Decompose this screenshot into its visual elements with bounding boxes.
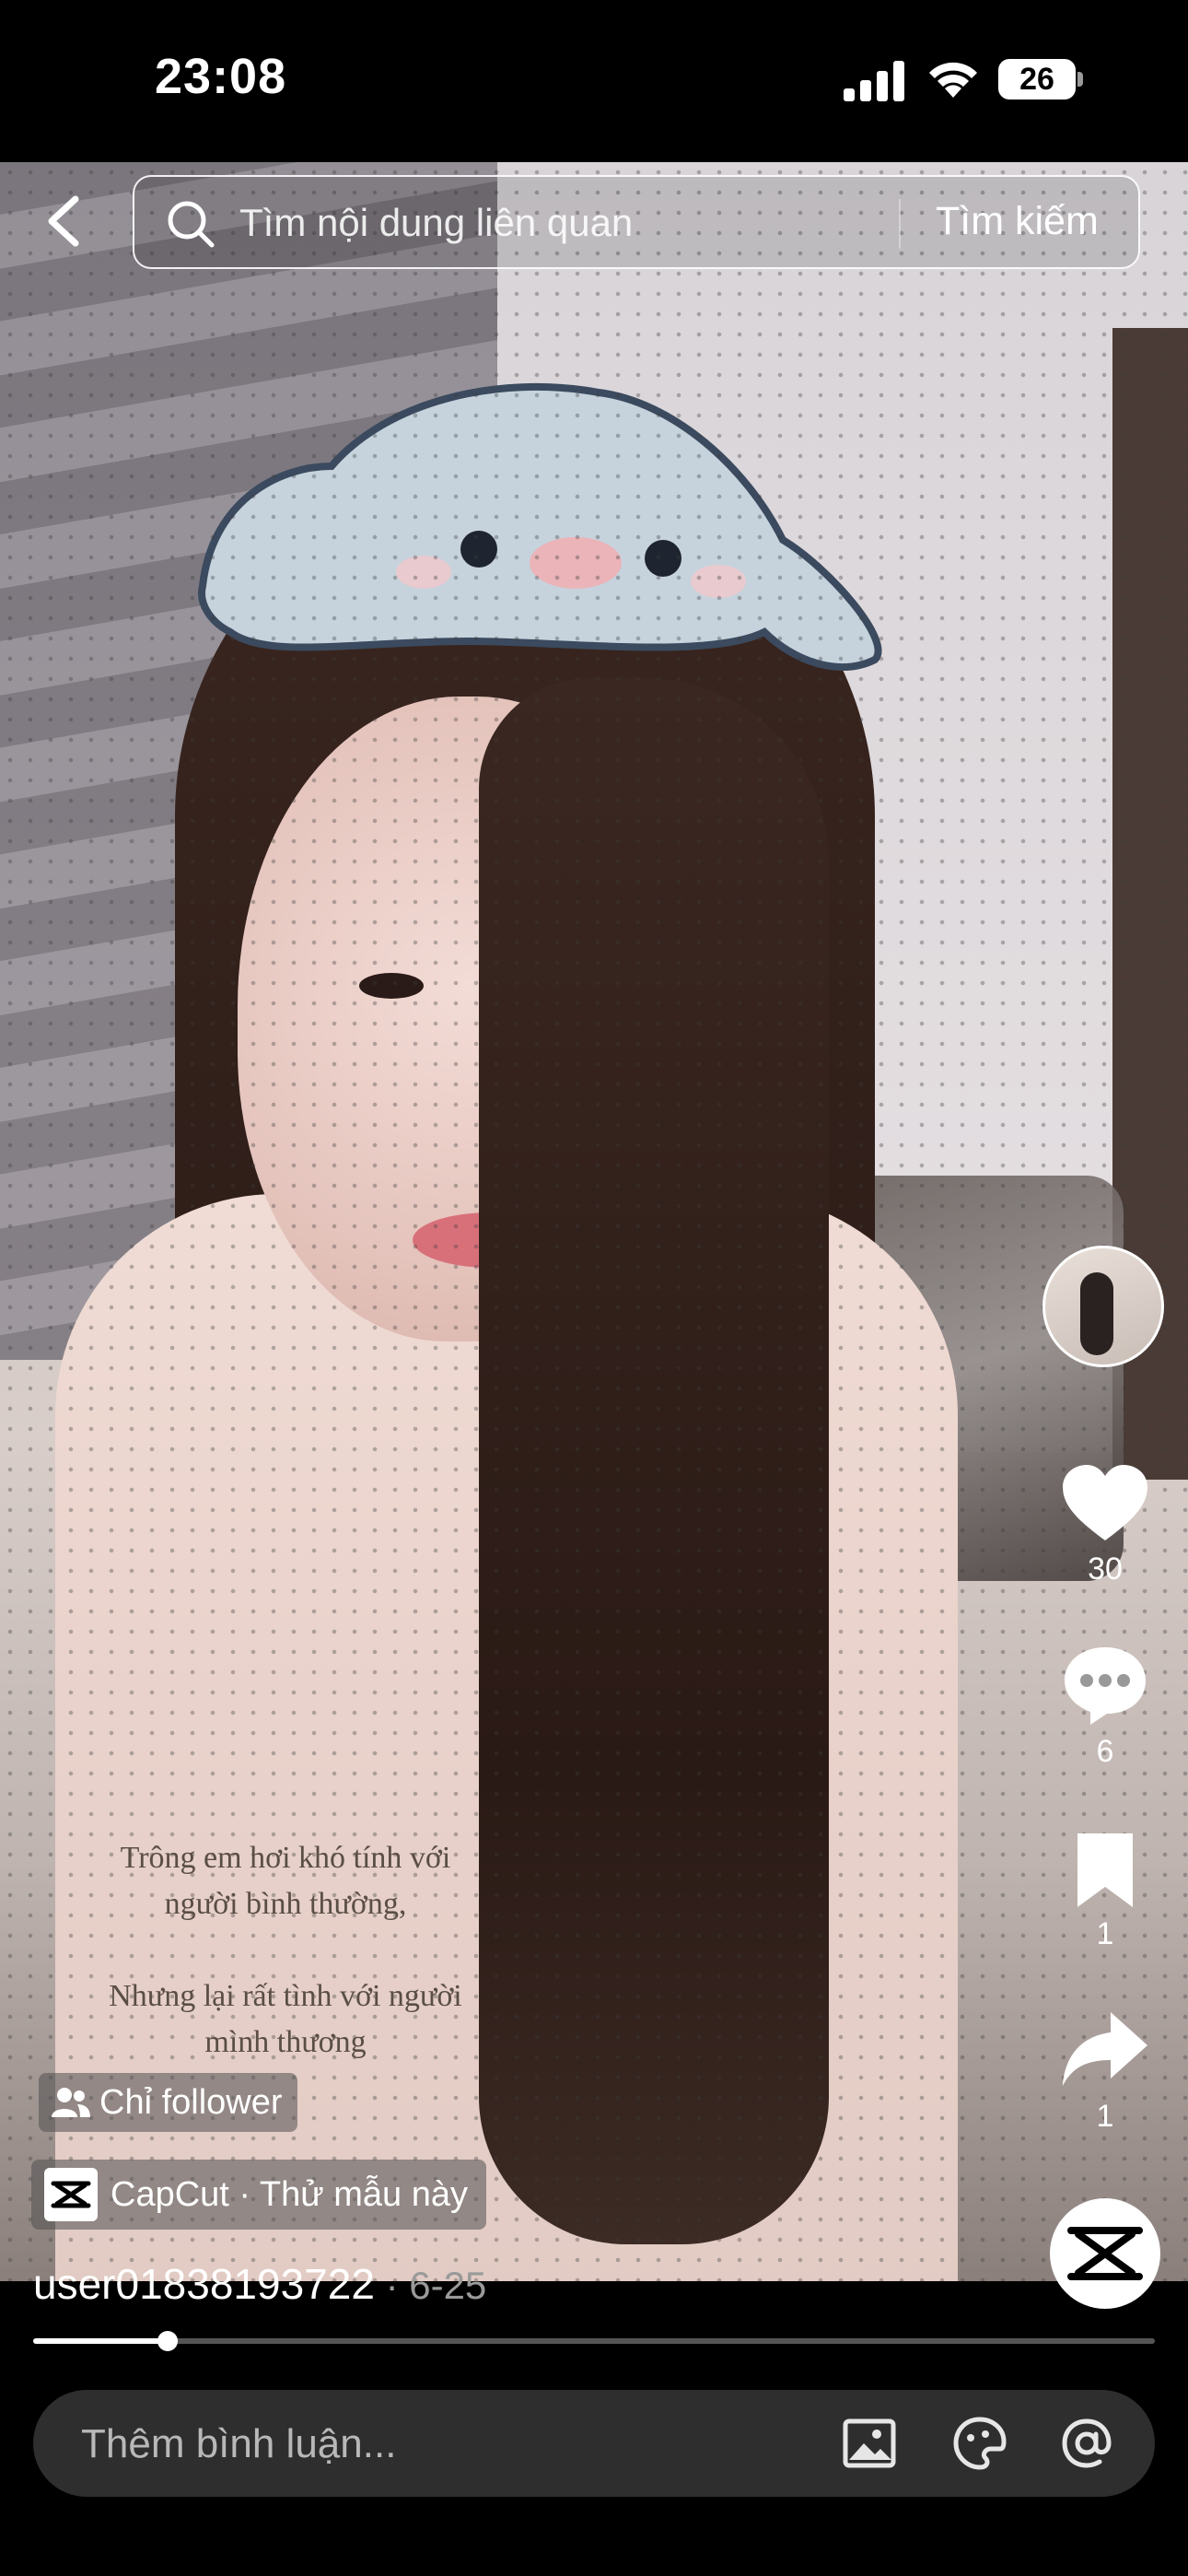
username[interactable]: user01838193722 (33, 2260, 375, 2308)
video-progress-fill (33, 2338, 169, 2344)
video-meta: user01838193722 · 6-25 (33, 2259, 486, 2309)
capcut-template-link[interactable]: CapCut · Thử mẫu này (31, 2160, 487, 2230)
audience-label: Chỉ follower (99, 2082, 283, 2122)
share-icon[interactable] (1059, 2008, 1151, 2091)
cellular-signal-icon (844, 61, 904, 101)
status-bar: 23:08 26 (0, 0, 1188, 162)
caption-line: Nhưng lại rất tình với người (109, 1979, 462, 2013)
users-icon (52, 2088, 90, 2117)
comment-input[interactable]: Thêm bình luận... (81, 2421, 396, 2467)
search-button[interactable]: Tìm kiếm (936, 199, 1099, 244)
capcut-template-label: CapCut · Thử mẫu này (111, 2174, 469, 2214)
caption-line: Trông em hơi khó tính với (120, 1841, 451, 1875)
comment-icon[interactable] (1059, 1644, 1151, 1727)
battery-cap (1077, 72, 1083, 87)
at-sign-icon[interactable] (1057, 2414, 1116, 2473)
search-input[interactable]: Tìm nội dung liên quan (239, 201, 633, 245)
bookmark-icon[interactable] (1059, 1830, 1151, 1913)
capcut-icon (1067, 2227, 1143, 2280)
heart-icon[interactable] (1059, 1463, 1151, 1546)
search-divider (899, 199, 901, 249)
status-time: 23:08 (155, 49, 287, 104)
search-bar[interactable]: Tìm nội dung liên quan Tìm kiếm (133, 175, 1140, 269)
emoji-icon[interactable] (950, 2414, 1009, 2473)
image-icon[interactable] (840, 2414, 899, 2473)
video-progress-bar[interactable] (33, 2331, 1155, 2351)
wifi-icon (929, 62, 977, 98)
chevron-left-icon[interactable] (41, 193, 88, 249)
video-progress-knob[interactable] (157, 2331, 179, 2351)
like-count: 30 (1088, 1551, 1123, 1587)
audience-badge: Chỉ follower (39, 2073, 297, 2132)
post-date: · 6-25 (374, 2264, 487, 2307)
capcut-logo-icon (44, 2168, 98, 2221)
battery-indicator: 26 (998, 59, 1076, 100)
caption-line: mình thương (204, 2025, 367, 2059)
capcut-button[interactable] (1050, 2198, 1160, 2309)
creator-avatar[interactable] (1042, 1246, 1164, 1367)
share-count: 1 (1096, 2099, 1114, 2134)
comment-bar[interactable]: Thêm bình luận... (33, 2390, 1155, 2497)
search-icon (168, 201, 215, 248)
video-caption-text: Trông em hơi khó tính với người bình thư… (37, 1835, 534, 2066)
save-count: 1 (1096, 1916, 1114, 1951)
caption-line: người bình thường, (164, 1887, 407, 1921)
comment-count: 6 (1096, 1734, 1114, 1769)
video-player[interactable]: Trông em hơi khó tính với người bình thư… (0, 162, 1188, 2281)
